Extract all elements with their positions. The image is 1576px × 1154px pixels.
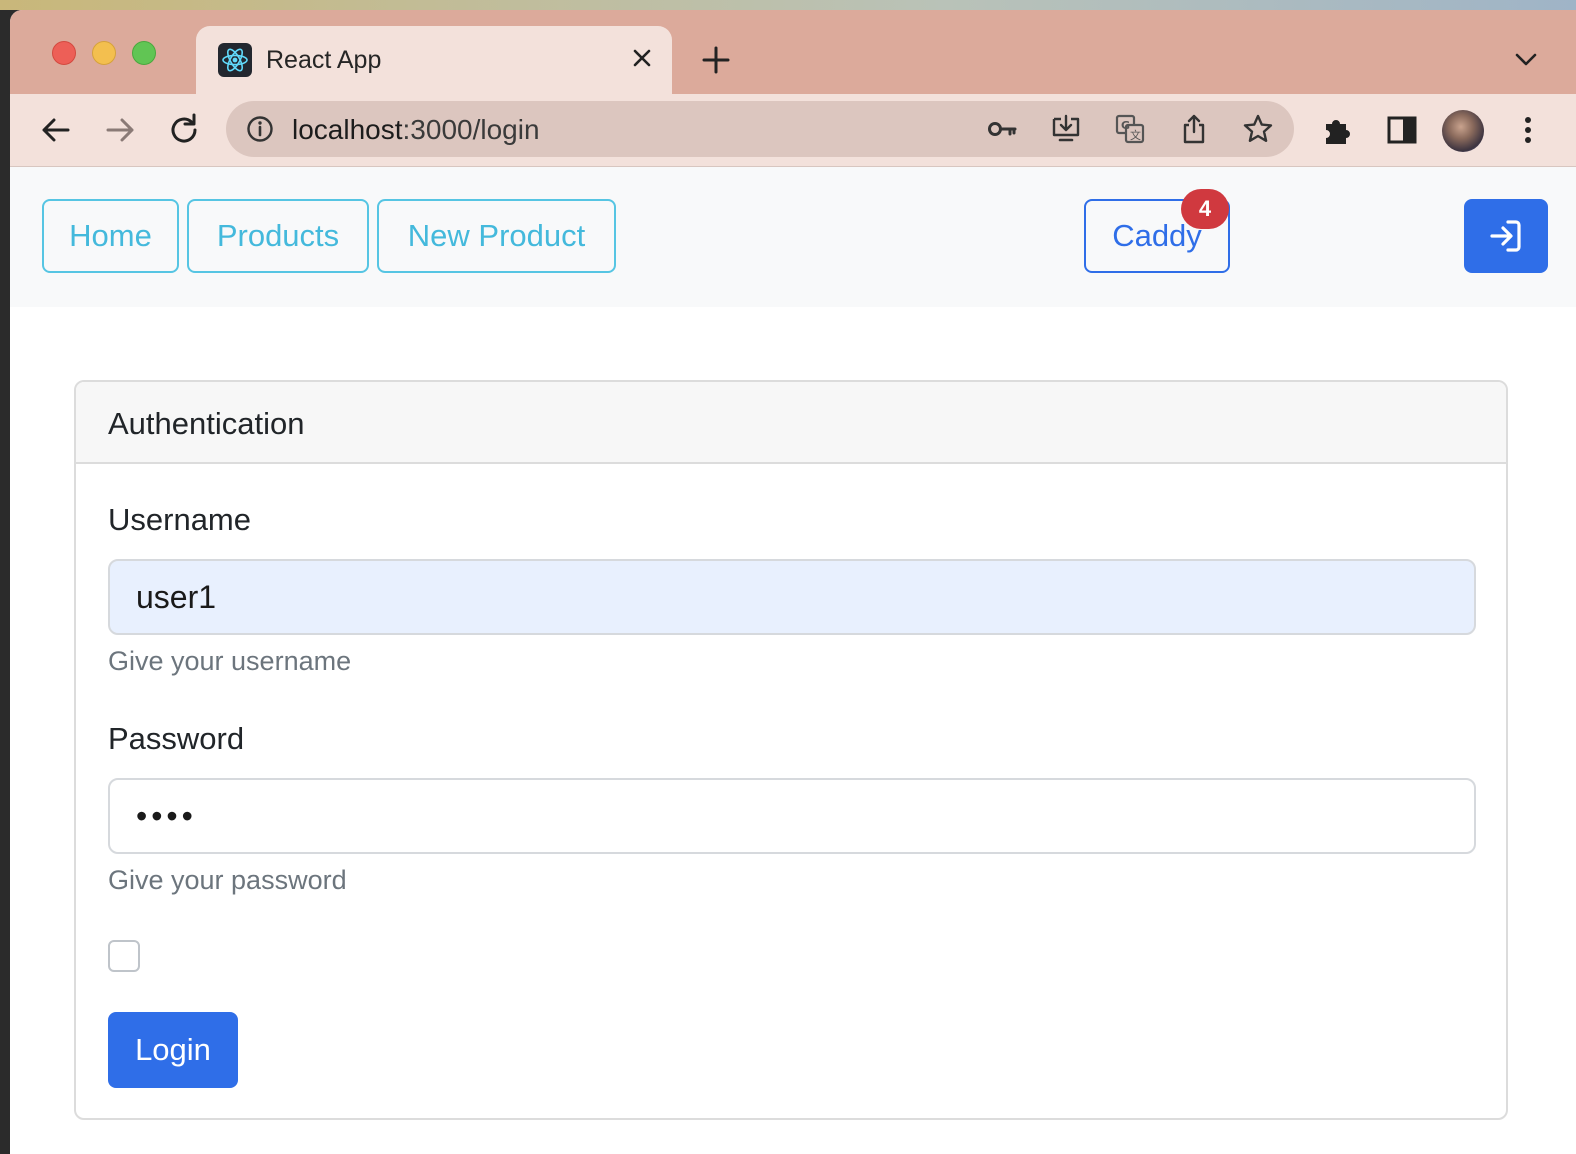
- forward-arrow-icon[interactable]: [100, 110, 140, 150]
- browser-window: React App localhost:3000/login G 文 Home …: [10, 10, 1576, 1154]
- nav-products-button[interactable]: Products: [187, 199, 369, 273]
- url-host: localhost: [292, 114, 403, 145]
- page-content: Home Products New Product Caddy 4 Authen…: [10, 167, 1576, 1154]
- authentication-card: Authentication Username user1 Give your …: [74, 380, 1508, 1120]
- minimize-window-button[interactable]: [92, 41, 116, 65]
- react-logo-icon: [218, 43, 252, 77]
- browser-toolbar: localhost:3000/login G文: [10, 94, 1576, 167]
- password-input[interactable]: ••••: [108, 778, 1476, 854]
- tab-title: React App: [266, 46, 382, 74]
- card-header: Authentication: [76, 382, 1506, 464]
- chevron-down-icon[interactable]: [1508, 48, 1544, 72]
- login-submit-button[interactable]: Login: [108, 1012, 238, 1088]
- username-input[interactable]: user1: [108, 559, 1476, 635]
- svg-text:文: 文: [1130, 128, 1141, 142]
- username-help-text: Give your username: [108, 646, 352, 676]
- nav-new-product-button[interactable]: New Product: [377, 199, 616, 273]
- svg-text:G: G: [1121, 119, 1130, 132]
- profile-avatar[interactable]: [1442, 110, 1484, 152]
- username-label: Username: [108, 502, 251, 537]
- desktop-background: [0, 0, 1576, 10]
- maximize-window-button[interactable]: [132, 41, 156, 65]
- back-arrow-icon[interactable]: [36, 110, 76, 150]
- site-info-icon[interactable]: [246, 115, 274, 143]
- extensions-puzzle-icon[interactable]: [1320, 112, 1356, 148]
- translate-icon[interactable]: G文: [1114, 113, 1146, 145]
- side-panel-icon[interactable]: [1384, 112, 1420, 148]
- reload-icon[interactable]: [164, 110, 204, 150]
- address-bar[interactable]: localhost:3000/login G文: [226, 101, 1294, 157]
- password-label: Password: [108, 721, 245, 756]
- close-window-button[interactable]: [52, 41, 76, 65]
- url-path: :3000/login: [402, 114, 540, 145]
- login-icon-button[interactable]: [1464, 199, 1548, 273]
- url-text: localhost:3000/login: [292, 114, 540, 146]
- password-help-text: Give your password: [108, 865, 347, 895]
- card-title: Authentication: [108, 406, 305, 441]
- more-menu-icon[interactable]: [1510, 112, 1546, 148]
- remember-checkbox[interactable]: [108, 940, 140, 972]
- sign-in-icon: [1490, 220, 1521, 252]
- browser-tab[interactable]: React App: [196, 26, 672, 94]
- nav-home-button[interactable]: Home: [42, 199, 179, 273]
- app-navbar: Home Products New Product Caddy 4: [10, 167, 1576, 307]
- bookmark-star-icon[interactable]: [1242, 113, 1274, 145]
- share-icon[interactable]: [1178, 113, 1210, 145]
- new-tab-icon[interactable]: [696, 40, 736, 80]
- key-icon[interactable]: [986, 113, 1018, 145]
- tab-strip: React App: [10, 10, 1576, 94]
- caddy-count-badge: 4: [1181, 189, 1229, 229]
- close-tab-icon[interactable]: [626, 42, 658, 74]
- install-app-icon[interactable]: [1050, 113, 1082, 145]
